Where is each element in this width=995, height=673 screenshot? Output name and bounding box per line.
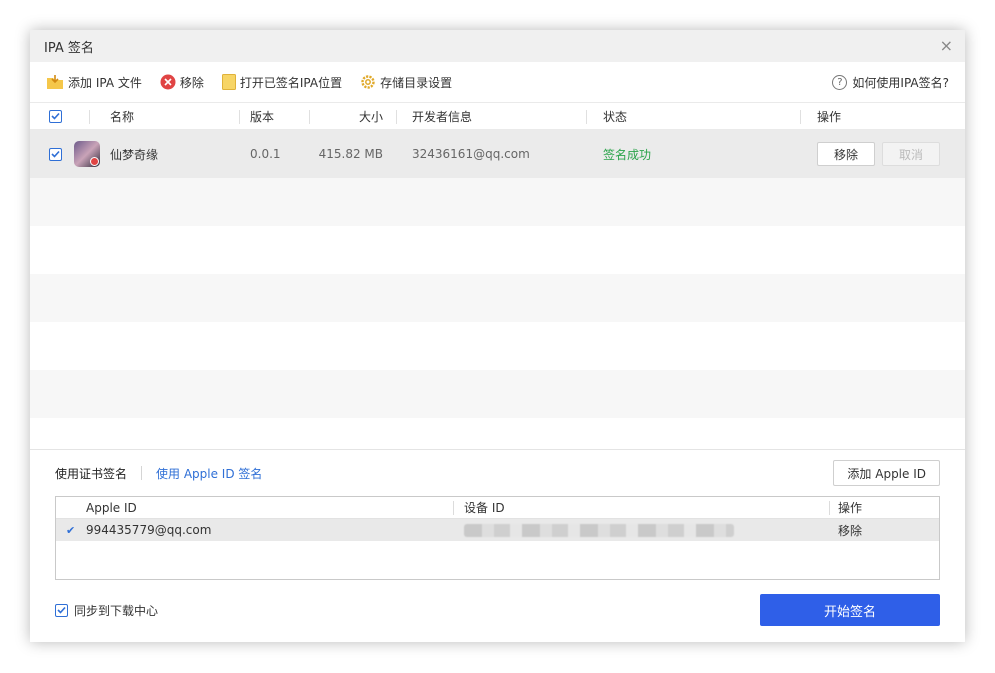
add-apple-id-button[interactable]: 添加 Apple ID [833,460,940,486]
apple-id-value: 994435779@qq.com [86,523,212,537]
title-bar: IPA 签名 × [30,30,965,62]
row-name-cell: 仙梦奇缘 [74,130,240,178]
row-remove-button[interactable]: 移除 [817,142,876,166]
sync-checkbox[interactable] [55,603,68,617]
apple-id-row[interactable]: ✔ 994435779@qq.com 移除 [56,519,939,541]
apple-id-remove-link[interactable]: 移除 [830,522,939,539]
help-label: 如何使用IPA签名? [852,75,949,90]
open-signed-location-button[interactable]: 打开已签名IPA位置 [221,74,343,91]
sign-section: 使用证书签名 使用 Apple ID 签名 添加 Apple ID Apple … [30,450,965,640]
app-icon [74,141,100,167]
sync-label: 同步到下载中心 [74,603,159,618]
checkmark-icon [51,150,60,158]
tab-cert-sign[interactable]: 使用证书签名 [55,465,127,482]
sign-method-tabs-row: 使用证书签名 使用 Apple ID 签名 添加 Apple ID [55,450,940,496]
header-name-label: 名称 [110,109,135,124]
window-title: IPA 签名 [44,40,94,56]
empty-row [30,226,965,274]
row-developer: 32436161@qq.com [412,147,530,161]
header-name[interactable]: 名称 [90,103,240,129]
folder-add-icon [46,74,64,90]
tab-appleid-sign[interactable]: 使用 Apple ID 签名 [156,465,262,482]
sign-method-tabs: 使用证书签名 使用 Apple ID 签名 [55,465,262,482]
footer: 同步到下载中心 开始签名 [55,580,940,640]
start-sign-button[interactable]: 开始签名 [760,594,940,626]
checkmark-icon [51,112,60,120]
row-cancel-button[interactable]: 取消 [882,142,941,166]
header-device-id: 设备 ID [454,497,830,518]
header-action: 操作 [801,103,965,129]
close-button[interactable]: × [940,38,953,54]
row-size: 415.82 MB [318,147,383,161]
remove-button[interactable]: 移除 [160,74,204,91]
row-status: 签名成功 [603,147,652,162]
file-grid-header: 名称 版本 大小 开发者信息 状态 操作 [30,102,965,130]
header-size-label: 大小 [358,109,383,124]
open-signed-location-label: 打开已签名IPA位置 [239,75,343,90]
empty-row [30,370,965,418]
header-version[interactable]: 版本 [240,103,310,129]
table-row[interactable]: 仙梦奇缘 0.0.1 415.82 MB 32436161@qq.com 签名成… [30,130,965,178]
row-version: 0.0.1 [250,147,281,161]
header-apple-action: 操作 [838,501,863,515]
apple-id-table: Apple ID 设备 ID 操作 ✔ 994435779@qq.com 移除 [55,496,940,580]
help-link[interactable]: ? 如何使用IPA签名? [832,74,949,91]
header-status-label: 状态 [603,109,628,124]
empty-row [30,418,965,449]
sync-download-center[interactable]: 同步到下载中心 [55,602,158,619]
storage-settings-button[interactable]: 存储目录设置 [360,74,452,91]
checkmark-icon [57,606,66,614]
header-version-label: 版本 [250,109,275,124]
header-action-label: 操作 [817,109,842,124]
question-icon: ? [832,74,848,90]
empty-row [30,322,965,370]
apple-id-table-header: Apple ID 设备 ID 操作 [56,497,939,519]
remove-circle-icon [160,74,176,90]
add-ipa-button[interactable]: 添加 IPA 文件 [46,74,142,91]
gear-icon [360,74,376,90]
select-all-checkbox[interactable] [49,109,62,123]
header-apple-id: Apple ID [86,497,454,518]
row-actions: 移除 取消 [801,130,965,178]
header-size[interactable]: 大小 [310,103,397,129]
file-grid-body: 仙梦奇缘 0.0.1 415.82 MB 32436161@qq.com 签名成… [30,130,965,450]
row-checkbox[interactable] [49,147,62,161]
masked-device-id [464,523,734,537]
header-status[interactable]: 状态 [587,103,801,129]
header-developer-label: 开发者信息 [412,109,473,124]
tab-divider [141,466,143,480]
toolbar: 添加 IPA 文件 移除 打开已签名IPA位置 存储目录设置 ? 如何使用IPA… [30,62,965,102]
ipa-sign-window: IPA 签名 × 添加 IPA 文件 移除 打开已签名IPA位置 存储目录设置 … [30,30,965,642]
row-app-name: 仙梦奇缘 [110,147,159,162]
empty-row [30,178,965,226]
header-select-all [30,103,90,129]
empty-row [30,274,965,322]
device-id-value [454,519,830,541]
add-ipa-label: 添加 IPA 文件 [68,75,142,90]
remove-label: 移除 [179,75,204,90]
header-developer[interactable]: 开发者信息 [397,103,587,129]
selected-check-icon: ✔ [66,523,76,537]
storage-settings-label: 存储目录设置 [380,75,453,90]
file-icon [221,74,236,90]
